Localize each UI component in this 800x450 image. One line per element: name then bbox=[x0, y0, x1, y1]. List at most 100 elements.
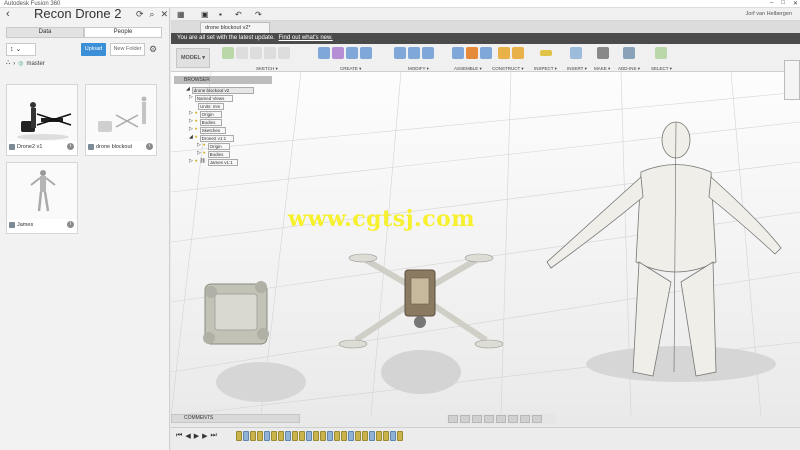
timeline-feature-icon[interactable] bbox=[306, 431, 312, 441]
file-card[interactable]: Drone2 v1 i bbox=[6, 84, 78, 156]
root-node[interactable]: drone blockout v2 bbox=[191, 86, 254, 94]
undo-icon[interactable]: ↶ bbox=[235, 10, 242, 19]
tree-row[interactable]: ▷ ● Bodies bbox=[186, 150, 276, 158]
new-folder-button[interactable]: New Folder bbox=[110, 43, 145, 56]
tree-row[interactable]: ▷ ● Sketches bbox=[186, 126, 276, 134]
joint-icon[interactable] bbox=[466, 47, 478, 59]
fit-icon[interactable] bbox=[496, 415, 506, 423]
drone-model[interactable] bbox=[338, 253, 504, 394]
component-drone2[interactable]: Drone2 v1:1 bbox=[199, 134, 234, 142]
inspect-tools[interactable] bbox=[540, 47, 552, 56]
whats-new-link[interactable]: Find out what's new. bbox=[279, 35, 333, 41]
folder-bodies[interactable]: Bodies bbox=[207, 150, 230, 158]
3d-print-icon[interactable] bbox=[597, 47, 609, 59]
refresh-icon[interactable]: ⟳ bbox=[136, 9, 144, 20]
lightbulb-icon[interactable]: ● bbox=[203, 150, 206, 158]
go-end-icon[interactable]: ⏭ bbox=[210, 432, 216, 440]
play-icon[interactable]: ▶ bbox=[194, 432, 199, 440]
timeline-feature-icon[interactable] bbox=[299, 431, 305, 441]
go-start-icon[interactable]: ⏮ bbox=[176, 432, 182, 440]
grid-settings-icon[interactable] bbox=[520, 415, 530, 423]
arc-icon[interactable] bbox=[250, 47, 262, 59]
browser-panel-header[interactable]: BROWSER bbox=[174, 76, 272, 84]
revolve-icon[interactable] bbox=[360, 47, 372, 59]
redo-icon[interactable]: ↷ bbox=[255, 10, 262, 19]
extrude-icon[interactable] bbox=[346, 47, 358, 59]
sphere-grid-icon[interactable] bbox=[332, 47, 344, 59]
timeline-feature-icon[interactable] bbox=[369, 431, 375, 441]
timeline-feature-icon[interactable] bbox=[334, 431, 340, 441]
sketch-tools[interactable] bbox=[222, 47, 290, 59]
pan-icon[interactable] bbox=[472, 415, 482, 423]
tab-data[interactable]: Data bbox=[6, 27, 84, 38]
rover-model[interactable] bbox=[203, 281, 306, 402]
close-icon[interactable]: ✕ bbox=[161, 9, 169, 20]
lightbulb-icon[interactable]: ● bbox=[195, 134, 198, 142]
folder-sketches[interactable]: Sketches bbox=[199, 126, 226, 134]
file-card[interactable]: James i bbox=[6, 162, 78, 234]
tree-row[interactable]: Units: mm bbox=[186, 102, 276, 110]
save-icon[interactable]: ▪ bbox=[219, 10, 222, 19]
lightbulb-icon[interactable]: ● bbox=[195, 110, 198, 118]
timeline-feature-icon[interactable] bbox=[278, 431, 284, 441]
tree-row[interactable]: ▷ Named Views bbox=[186, 94, 276, 102]
timeline-feature-icon[interactable] bbox=[355, 431, 361, 441]
timeline-feature-icon[interactable] bbox=[327, 431, 333, 441]
lightbulb-icon[interactable]: ● bbox=[195, 118, 198, 126]
mirror-icon[interactable] bbox=[278, 47, 290, 59]
tree-row[interactable]: ▷ ● Origin bbox=[186, 142, 276, 150]
construct-tools[interactable] bbox=[498, 47, 524, 59]
as-built-joint-icon[interactable] bbox=[480, 47, 492, 59]
workspace-switcher[interactable]: MODEL ▾ bbox=[176, 48, 210, 68]
offset-plane-icon[interactable] bbox=[498, 47, 510, 59]
timeline-feature-icon[interactable] bbox=[383, 431, 389, 441]
breadcrumb[interactable]: ⛬ › ◎ master bbox=[6, 60, 45, 67]
assemble-tools[interactable] bbox=[452, 47, 492, 59]
folder-origin[interactable]: Origin bbox=[199, 110, 222, 118]
timeline-feature-icon[interactable] bbox=[348, 431, 354, 441]
timeline-feature-icon[interactable] bbox=[362, 431, 368, 441]
window-controls[interactable]: – □ ✕ bbox=[770, 0, 798, 8]
human-figure-model[interactable] bbox=[546, 121, 782, 382]
step-forward-icon[interactable]: ▶ bbox=[202, 432, 207, 440]
user-name[interactable]: Jorf van Helbergen bbox=[746, 11, 792, 17]
step-back-icon[interactable]: ◀ bbox=[185, 432, 190, 440]
display-settings-icon[interactable] bbox=[508, 415, 518, 423]
timeline-feature-icon[interactable] bbox=[264, 431, 270, 441]
timeline-feature-icon[interactable] bbox=[271, 431, 277, 441]
file-card[interactable]: drone blockout i bbox=[85, 84, 157, 156]
lightbulb-icon[interactable]: ● bbox=[195, 126, 198, 134]
measure-icon[interactable] bbox=[540, 50, 552, 56]
insert-tools[interactable] bbox=[570, 47, 582, 59]
scripts-icon[interactable] bbox=[623, 47, 635, 59]
timeline-feature-icon[interactable] bbox=[376, 431, 382, 441]
press-pull-icon[interactable] bbox=[394, 47, 406, 59]
comments-panel[interactable]: COMMENTS bbox=[171, 414, 300, 423]
tree-row[interactable]: ◢ ● Drone2 v1:1 bbox=[186, 134, 276, 142]
tree-row[interactable]: ▷ ● ⛓ James v1:1 bbox=[186, 158, 276, 166]
document-tab[interactable]: drone blockout v2* bbox=[200, 22, 270, 33]
addins-tools[interactable] bbox=[623, 47, 635, 59]
slot-icon[interactable] bbox=[264, 47, 276, 59]
back-arrow-icon[interactable]: ‹ bbox=[6, 8, 10, 20]
chamfer-icon[interactable] bbox=[422, 47, 434, 59]
timeline-feature-icon[interactable] bbox=[397, 431, 403, 441]
lightbulb-icon[interactable]: ● bbox=[195, 158, 198, 166]
timeline-feature-icon[interactable] bbox=[313, 431, 319, 441]
component-icon[interactable] bbox=[452, 47, 464, 59]
tree-row[interactable]: ▷ ● Bodies bbox=[186, 118, 276, 126]
timeline-feature-icon[interactable] bbox=[292, 431, 298, 441]
search-icon[interactable]: ⌕ bbox=[150, 9, 155, 20]
tab-people[interactable]: People bbox=[84, 27, 162, 38]
tree-row[interactable]: ▷ ● Origin bbox=[186, 110, 276, 118]
timeline-feature-icon[interactable] bbox=[257, 431, 263, 441]
modify-tools[interactable] bbox=[394, 47, 434, 59]
box-icon[interactable] bbox=[318, 47, 330, 59]
folder-named-views[interactable]: Named Views bbox=[194, 94, 233, 102]
create-sketch-icon[interactable] bbox=[222, 47, 234, 59]
component-james[interactable]: James v1:1 bbox=[207, 158, 238, 166]
sort-dropdown[interactable]: ↕ ⌄ bbox=[6, 43, 36, 56]
folder-bodies[interactable]: Bodies bbox=[199, 118, 222, 126]
units-label[interactable]: Units: mm bbox=[198, 102, 224, 110]
timeline-feature-icon[interactable] bbox=[243, 431, 249, 441]
